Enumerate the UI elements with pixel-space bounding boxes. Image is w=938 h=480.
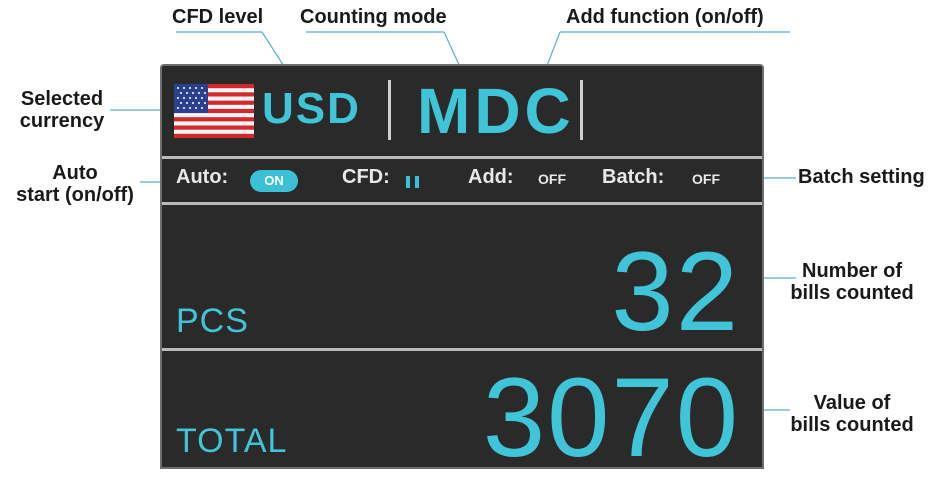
currency-label: USD: [262, 84, 361, 133]
separator: [580, 80, 583, 140]
separator: [388, 80, 391, 140]
auto-label: Auto:: [176, 166, 229, 188]
callout-line: Auto: [52, 162, 98, 184]
callout-line: Value of: [813, 392, 891, 414]
counting-mode-label: MDC: [417, 75, 575, 147]
callout-line: bills counted: [790, 282, 914, 304]
cfd-level-bar: [406, 176, 410, 188]
callout-selected-currency: Selected currency: [6, 88, 118, 132]
callout-value-of-bills: Value of bills counted: [782, 392, 922, 436]
batch-value: OFF: [692, 171, 720, 187]
divider: [162, 348, 762, 351]
callout-line: Number of: [802, 260, 902, 282]
auto-toggle: ON: [250, 170, 298, 192]
total-value: 3070: [482, 355, 740, 480]
callout-line: Selected: [20, 88, 104, 110]
pcs-count: 32: [611, 229, 740, 354]
pcs-label: PCS: [176, 302, 249, 340]
callout-number-of-bills: Number of bills counted: [782, 260, 922, 304]
divider: [162, 156, 762, 159]
counter-display: USD MDC Auto: ON CFD: Add: OFF Batch: OF…: [160, 64, 764, 474]
callout-auto-start: Auto start (on/off): [4, 162, 146, 206]
add-value: OFF: [538, 171, 566, 187]
callout-line: bills counted: [790, 414, 914, 436]
callout-cfd-level: CFD level: [172, 6, 264, 28]
cfd-label: CFD:: [342, 166, 390, 188]
callout-batch-setting: Batch setting: [798, 166, 925, 188]
callout-add-function: Add function (on/off): [566, 6, 764, 28]
us-flag-icon: [174, 84, 254, 138]
batch-label: Batch:: [602, 166, 665, 188]
callout-counting-mode: Counting mode: [300, 6, 447, 28]
callout-line: start (on/off): [16, 184, 134, 206]
add-label: Add:: [468, 166, 514, 188]
total-label: TOTAL: [176, 422, 288, 460]
divider: [162, 202, 762, 205]
callout-line: currency: [19, 110, 105, 132]
cfd-level-bar: [415, 176, 419, 188]
